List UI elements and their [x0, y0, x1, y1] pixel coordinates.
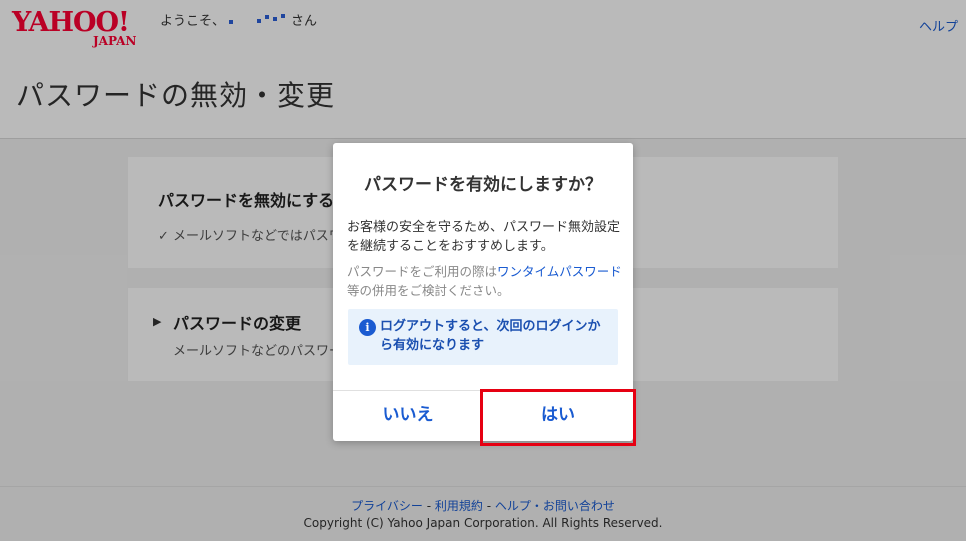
- yes-button-highlight: [480, 389, 636, 446]
- dialog-info-text: ログアウトすると、次回のログインから有効になります: [380, 319, 601, 353]
- one-time-password-link[interactable]: ワンタイムパスワード: [497, 264, 622, 279]
- dialog-note-prefix: パスワードをご利用の際は: [347, 264, 498, 279]
- page: YAHOO! JAPAN ようこそ、 さん ヘルプ パスワードの無効・変更 パスワ…: [0, 0, 966, 541]
- dialog-body: お客様の安全を守るため、パスワード無効設定を継続することをおすすめします。: [347, 220, 621, 254]
- dialog-note-suffix: 等の併用をご検討ください。: [347, 283, 510, 298]
- no-button[interactable]: いいえ: [333, 391, 483, 441]
- info-icon: i: [359, 319, 376, 336]
- dialog-title: パスワードを有効にしますか？: [364, 175, 602, 195]
- dialog-info-box: i ログアウトすると、次回のログインから有効になります: [348, 309, 618, 365]
- dialog-note: パスワードをご利用の際はワンタイムパスワード等の併用をご検討ください。: [347, 262, 623, 300]
